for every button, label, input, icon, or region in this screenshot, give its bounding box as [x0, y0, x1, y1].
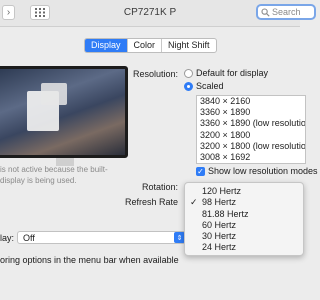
tab-bar: Display Color Night Shift — [84, 38, 217, 53]
resolution-list[interactable]: 3840 × 2160 3360 × 1890 3360 × 1890 (low… — [196, 95, 306, 164]
tab-display[interactable]: Display — [85, 39, 128, 52]
airplay-label: lay: — [0, 233, 15, 243]
inactive-notice: is not active because the built- display… — [0, 165, 108, 185]
list-item[interactable]: 3840 × 2160 — [197, 96, 305, 107]
tab-color[interactable]: Color — [128, 39, 163, 52]
show-low-res-label[interactable]: Show low resolution modes — [208, 166, 318, 176]
list-item[interactable]: 3200 × 1800 (low resolution) — [197, 141, 305, 152]
search-placeholder: Search — [272, 7, 301, 17]
refresh-rate-label: Refresh Rate — [124, 197, 178, 207]
refresh-rate-menu[interactable]: 120 Hertz ✓ 98 Hertz 81.88 Hertz 60 Hertz… — [184, 182, 304, 256]
list-item[interactable]: 3008 × 1692 — [197, 152, 305, 163]
preview-window — [41, 83, 67, 105]
menu-item[interactable]: 81.88 Hertz — [185, 209, 303, 220]
resolution-label: Resolution: — [132, 69, 178, 79]
rotation-label: Rotation: — [141, 182, 178, 192]
search-icon — [261, 7, 270, 17]
list-item[interactable]: 3360 × 1890 (low resolution) — [197, 118, 305, 129]
menu-item[interactable]: 30 Hertz — [185, 231, 303, 242]
tab-night-shift[interactable]: Night Shift — [162, 39, 216, 52]
display-preview — [0, 66, 128, 158]
window-title: CP7271K P — [123, 7, 177, 18]
menu-item[interactable]: ✓ 98 Hertz — [185, 197, 303, 208]
list-item[interactable]: 3200 × 1800 — [197, 130, 305, 141]
airplay-select[interactable]: Off ⇕ — [17, 231, 186, 244]
scaled-radio-label[interactable]: Scaled — [196, 81, 224, 91]
airplay-value: Off — [23, 233, 35, 243]
menu-item[interactable]: 24 Hertz — [185, 242, 303, 253]
search-field[interactable]: Search — [256, 4, 316, 20]
scaled-radio[interactable] — [184, 82, 193, 91]
default-radio[interactable] — [184, 69, 193, 78]
menu-item[interactable]: 120 Hertz — [185, 186, 303, 197]
checkmark-icon: ✓ — [197, 167, 204, 176]
default-radio-label[interactable]: Default for display — [196, 68, 268, 78]
show-low-res-checkbox[interactable]: ✓ — [196, 167, 205, 176]
checkmark-icon: ✓ — [190, 197, 198, 208]
list-item[interactable]: 3360 × 1890 — [197, 107, 305, 118]
menu-bar-option-label: oring options in the menu bar when avail… — [0, 255, 179, 265]
menu-item[interactable]: 60 Hertz — [185, 220, 303, 231]
